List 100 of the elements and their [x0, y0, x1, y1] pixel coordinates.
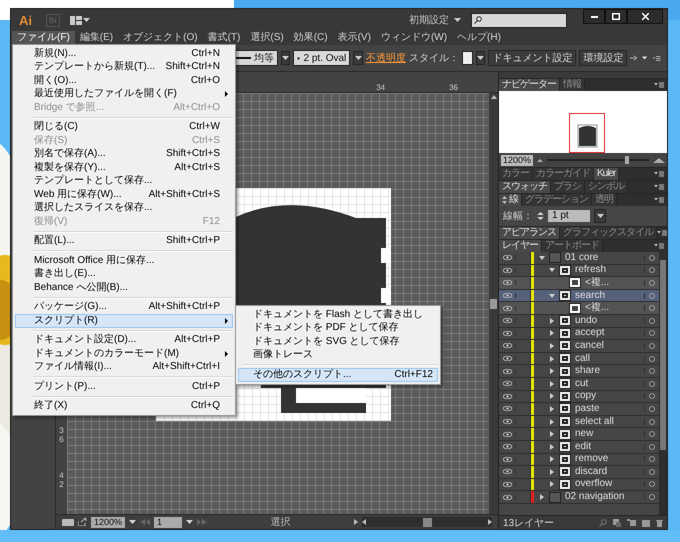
- layer-name: cancel: [575, 340, 605, 352]
- panel-tab[interactable]: アートボード: [542, 240, 603, 252]
- menu-item[interactable]: ドキュメントを SVG として保存: [238, 335, 438, 348]
- layer-name: refresh: [575, 264, 608, 276]
- layer-row[interactable]: edit: [499, 440, 659, 454]
- layer-row[interactable]: cut: [499, 378, 659, 391]
- panel-tab[interactable]: ブラシ: [551, 181, 585, 193]
- layer-row[interactable]: undo: [499, 314, 659, 328]
- ruler-label: 36: [59, 426, 64, 444]
- layer-name: <複...: [585, 276, 610, 289]
- menu-bar-item[interactable]: ヘルプ(H): [452, 31, 506, 45]
- menu-item[interactable]: Microsoft Office 用に保存...: [15, 254, 233, 268]
- menu-item[interactable]: 閉じる(C) Ctrl+W: [15, 120, 233, 134]
- menu-item[interactable]: Web 用に保存(W)... Alt+Shift+Ctrl+S: [15, 188, 233, 202]
- layer-row[interactable]: 01 core: [499, 252, 659, 265]
- panel-tab[interactable]: 情報: [560, 79, 585, 91]
- menu-item[interactable]: ドキュメントを Flash として書き出し: [238, 308, 438, 322]
- menu-bar-item[interactable]: 編集(E): [74, 31, 118, 45]
- layer-name: call: [575, 352, 592, 365]
- layer-row[interactable]: select all: [499, 416, 659, 428]
- ruler-label: 42: [59, 472, 64, 490]
- layer-row[interactable]: accept: [499, 328, 659, 340]
- menu-bar-item[interactable]: ウィンドウ(W): [376, 31, 452, 45]
- menu-item[interactable]: プリント(P)... Ctrl+P: [15, 380, 233, 394]
- layer-name: share: [575, 365, 602, 378]
- menu-bar-item[interactable]: オブジェクト(O): [118, 31, 203, 45]
- workspace-dropdown[interactable]: 初期設定: [409, 13, 461, 27]
- menu-item[interactable]: 最近使用したファイルを開く(F): [15, 88, 233, 101]
- toolbar-button[interactable]: 環境設定: [579, 50, 628, 66]
- panel-tab[interactable]: カラー: [499, 168, 533, 180]
- layer-row[interactable]: copy: [499, 390, 659, 404]
- layer-row[interactable]: search: [499, 290, 659, 302]
- style-label: スタイル：: [408, 52, 459, 65]
- menu-item[interactable]: 選択したスライスを保存...: [15, 202, 233, 215]
- layer-row[interactable]: call: [499, 352, 659, 366]
- toolbar-button[interactable]: ドキュメント設定: [488, 50, 576, 66]
- layer-row[interactable]: share: [499, 365, 659, 378]
- menu-item[interactable]: スクリプト(R): [15, 314, 233, 328]
- menu-bar-item[interactable]: 表示(V): [332, 31, 376, 45]
- brush-field[interactable]: 2 pt. Oval: [293, 50, 350, 66]
- layer-row[interactable]: discard: [499, 466, 659, 479]
- stroke-weight-field[interactable]: 1 pt: [548, 210, 590, 222]
- menu-item[interactable]: 配置(L)... Shift+Ctrl+P: [15, 234, 233, 248]
- layer-row[interactable]: new: [499, 428, 659, 441]
- layer-name: undo: [575, 314, 598, 327]
- menu-item[interactable]: ドキュメント設定(D)... Alt+Ctrl+P: [15, 334, 233, 347]
- layer-name: search: [575, 290, 606, 302]
- panel-tab[interactable]: 透明: [592, 194, 617, 206]
- layer-name: edit: [575, 440, 592, 453]
- layer-row[interactable]: overflow: [499, 478, 659, 492]
- menu-item[interactable]: 開く(O)... Ctrl+O: [15, 74, 233, 88]
- menu-item[interactable]: ドキュメントを PDF として保存: [238, 322, 438, 335]
- menu-item[interactable]: ファイル情報(I)... Alt+Shift+Ctrl+I: [15, 360, 233, 374]
- layer-name: select all: [575, 416, 615, 428]
- menu-item[interactable]: パッケージ(G)... Alt+Shift+Ctrl+P: [15, 300, 233, 314]
- menu-bar-item[interactable]: ファイル(F): [12, 31, 75, 45]
- zoom-field[interactable]: 1200%: [91, 516, 126, 528]
- layer-row[interactable]: refresh: [499, 264, 659, 278]
- zoom-field[interactable]: 1200%: [501, 154, 534, 166]
- menu-item[interactable]: テンプレートとして保存...: [15, 174, 233, 188]
- layer-name: overflow: [575, 478, 614, 490]
- menu-item[interactable]: 書き出し(E)...: [15, 268, 233, 281]
- menu-item[interactable]: Behance へ公開(B)...: [15, 281, 233, 294]
- layer-row[interactable]: paste: [499, 403, 659, 416]
- panel-tab[interactable]: グラフィックスタイル: [560, 227, 657, 239]
- layer-row[interactable]: <複...: [499, 302, 659, 315]
- menu-item[interactable]: 画像トレース: [238, 348, 438, 362]
- panel-tab[interactable]: グラデーション: [522, 194, 592, 206]
- panel-tab[interactable]: スウォッチ: [499, 181, 551, 193]
- menu-bar-item[interactable]: 書式(T): [202, 31, 246, 45]
- menu-bar-item[interactable]: 効果(C): [288, 31, 333, 45]
- layer-name: remove: [575, 453, 610, 466]
- layer-name: cut: [575, 378, 590, 390]
- opacity-link[interactable]: 不透明度: [366, 51, 406, 65]
- panel-tab[interactable]: シンボル: [585, 181, 628, 193]
- menu-item[interactable]: その他のスクリプト... Ctrl+F12: [238, 368, 438, 382]
- panel-tab[interactable]: カラーガイド: [533, 168, 594, 180]
- layer-name: copy: [575, 390, 598, 402]
- menu-item[interactable]: 終了(X) Ctrl+Q: [15, 400, 233, 413]
- ruler-label: 34: [376, 83, 386, 92]
- panel-tab[interactable]: Kuler: [594, 168, 620, 180]
- layer-name: accept: [575, 327, 606, 340]
- menu-item[interactable]: 別名で保存(A)... Shift+Ctrl+S: [15, 148, 233, 161]
- panel-tab[interactable]: ナビゲーター: [499, 79, 560, 91]
- layer-name: new: [575, 428, 594, 440]
- layer-row[interactable]: remove: [499, 454, 659, 466]
- layer-name: 02 navigation: [565, 491, 626, 504]
- layer-row[interactable]: 02 navigation: [499, 491, 659, 504]
- app-logo: Ai: [18, 12, 33, 28]
- layer-name: <複...: [585, 302, 610, 314]
- menu-bar-item[interactable]: 選択(S): [245, 31, 289, 45]
- layer-row[interactable]: cancel: [499, 340, 659, 353]
- panel-tab[interactable]: アピアランス: [499, 227, 560, 239]
- menu-item[interactable]: 複製を保存(Y)... Alt+Ctrl+S: [15, 161, 233, 174]
- panel-tab[interactable]: レイヤー: [499, 240, 542, 252]
- ruler-label: 36: [449, 83, 458, 92]
- panel-tab[interactable]: 線: [499, 194, 522, 206]
- menu-item[interactable]: ドキュメントのカラーモード(M): [15, 347, 233, 360]
- layer-row[interactable]: <複...: [499, 277, 659, 290]
- artboard-field[interactable]: 1: [154, 516, 182, 528]
